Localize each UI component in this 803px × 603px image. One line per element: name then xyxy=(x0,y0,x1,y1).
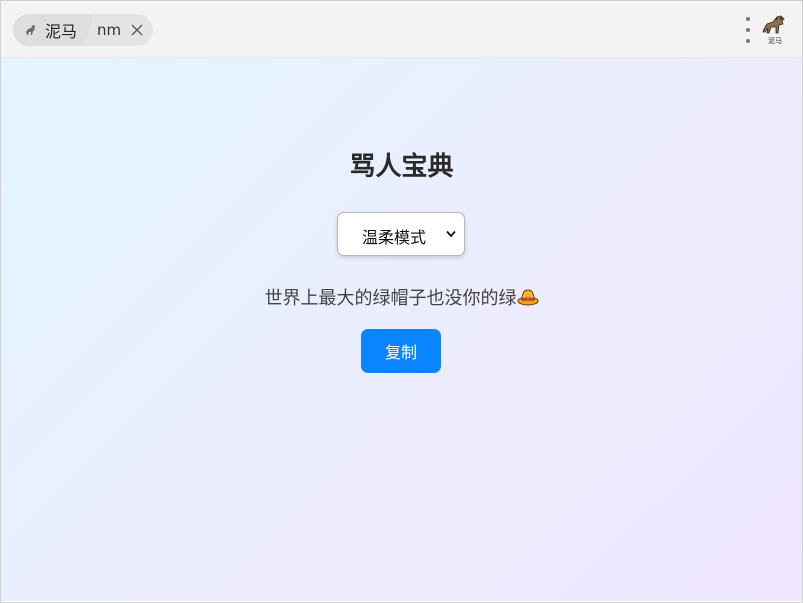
green-hat-icon xyxy=(517,289,538,306)
app-logo: 泥马 xyxy=(760,13,790,47)
chevron-down-icon xyxy=(446,230,456,238)
menu-dot xyxy=(746,17,750,21)
tab-subtitle-area[interactable]: nm xyxy=(93,14,153,46)
horse-logo-icon xyxy=(762,15,785,34)
menu-dot xyxy=(746,28,750,32)
mode-select[interactable]: 温柔模式 xyxy=(337,212,465,256)
more-menu-icon[interactable] xyxy=(743,17,753,43)
close-icon[interactable] xyxy=(131,24,143,36)
tab-chip[interactable]: 泥马 nm xyxy=(13,14,154,46)
title-bar: 泥马 nm 泥马 xyxy=(1,1,802,58)
tab-main[interactable]: 泥马 xyxy=(13,14,93,46)
menu-dot xyxy=(746,39,750,43)
tab-subtitle: nm xyxy=(97,21,122,39)
main-content: 骂人宝典 温柔模式 世界上最大的绿帽子也没你的绿 复制 xyxy=(1,58,802,601)
logo-caption: 泥马 xyxy=(768,37,782,45)
horse-icon xyxy=(23,22,39,38)
mode-select-value: 温柔模式 xyxy=(362,228,427,247)
tab-title: 泥马 xyxy=(45,22,78,41)
insult-text: 世界上最大的绿帽子也没你的绿 xyxy=(264,288,517,309)
page-title: 骂人宝典 xyxy=(349,152,454,182)
insult-message: 世界上最大的绿帽子也没你的绿 xyxy=(1,284,802,310)
copy-button[interactable]: 复制 xyxy=(361,329,441,373)
